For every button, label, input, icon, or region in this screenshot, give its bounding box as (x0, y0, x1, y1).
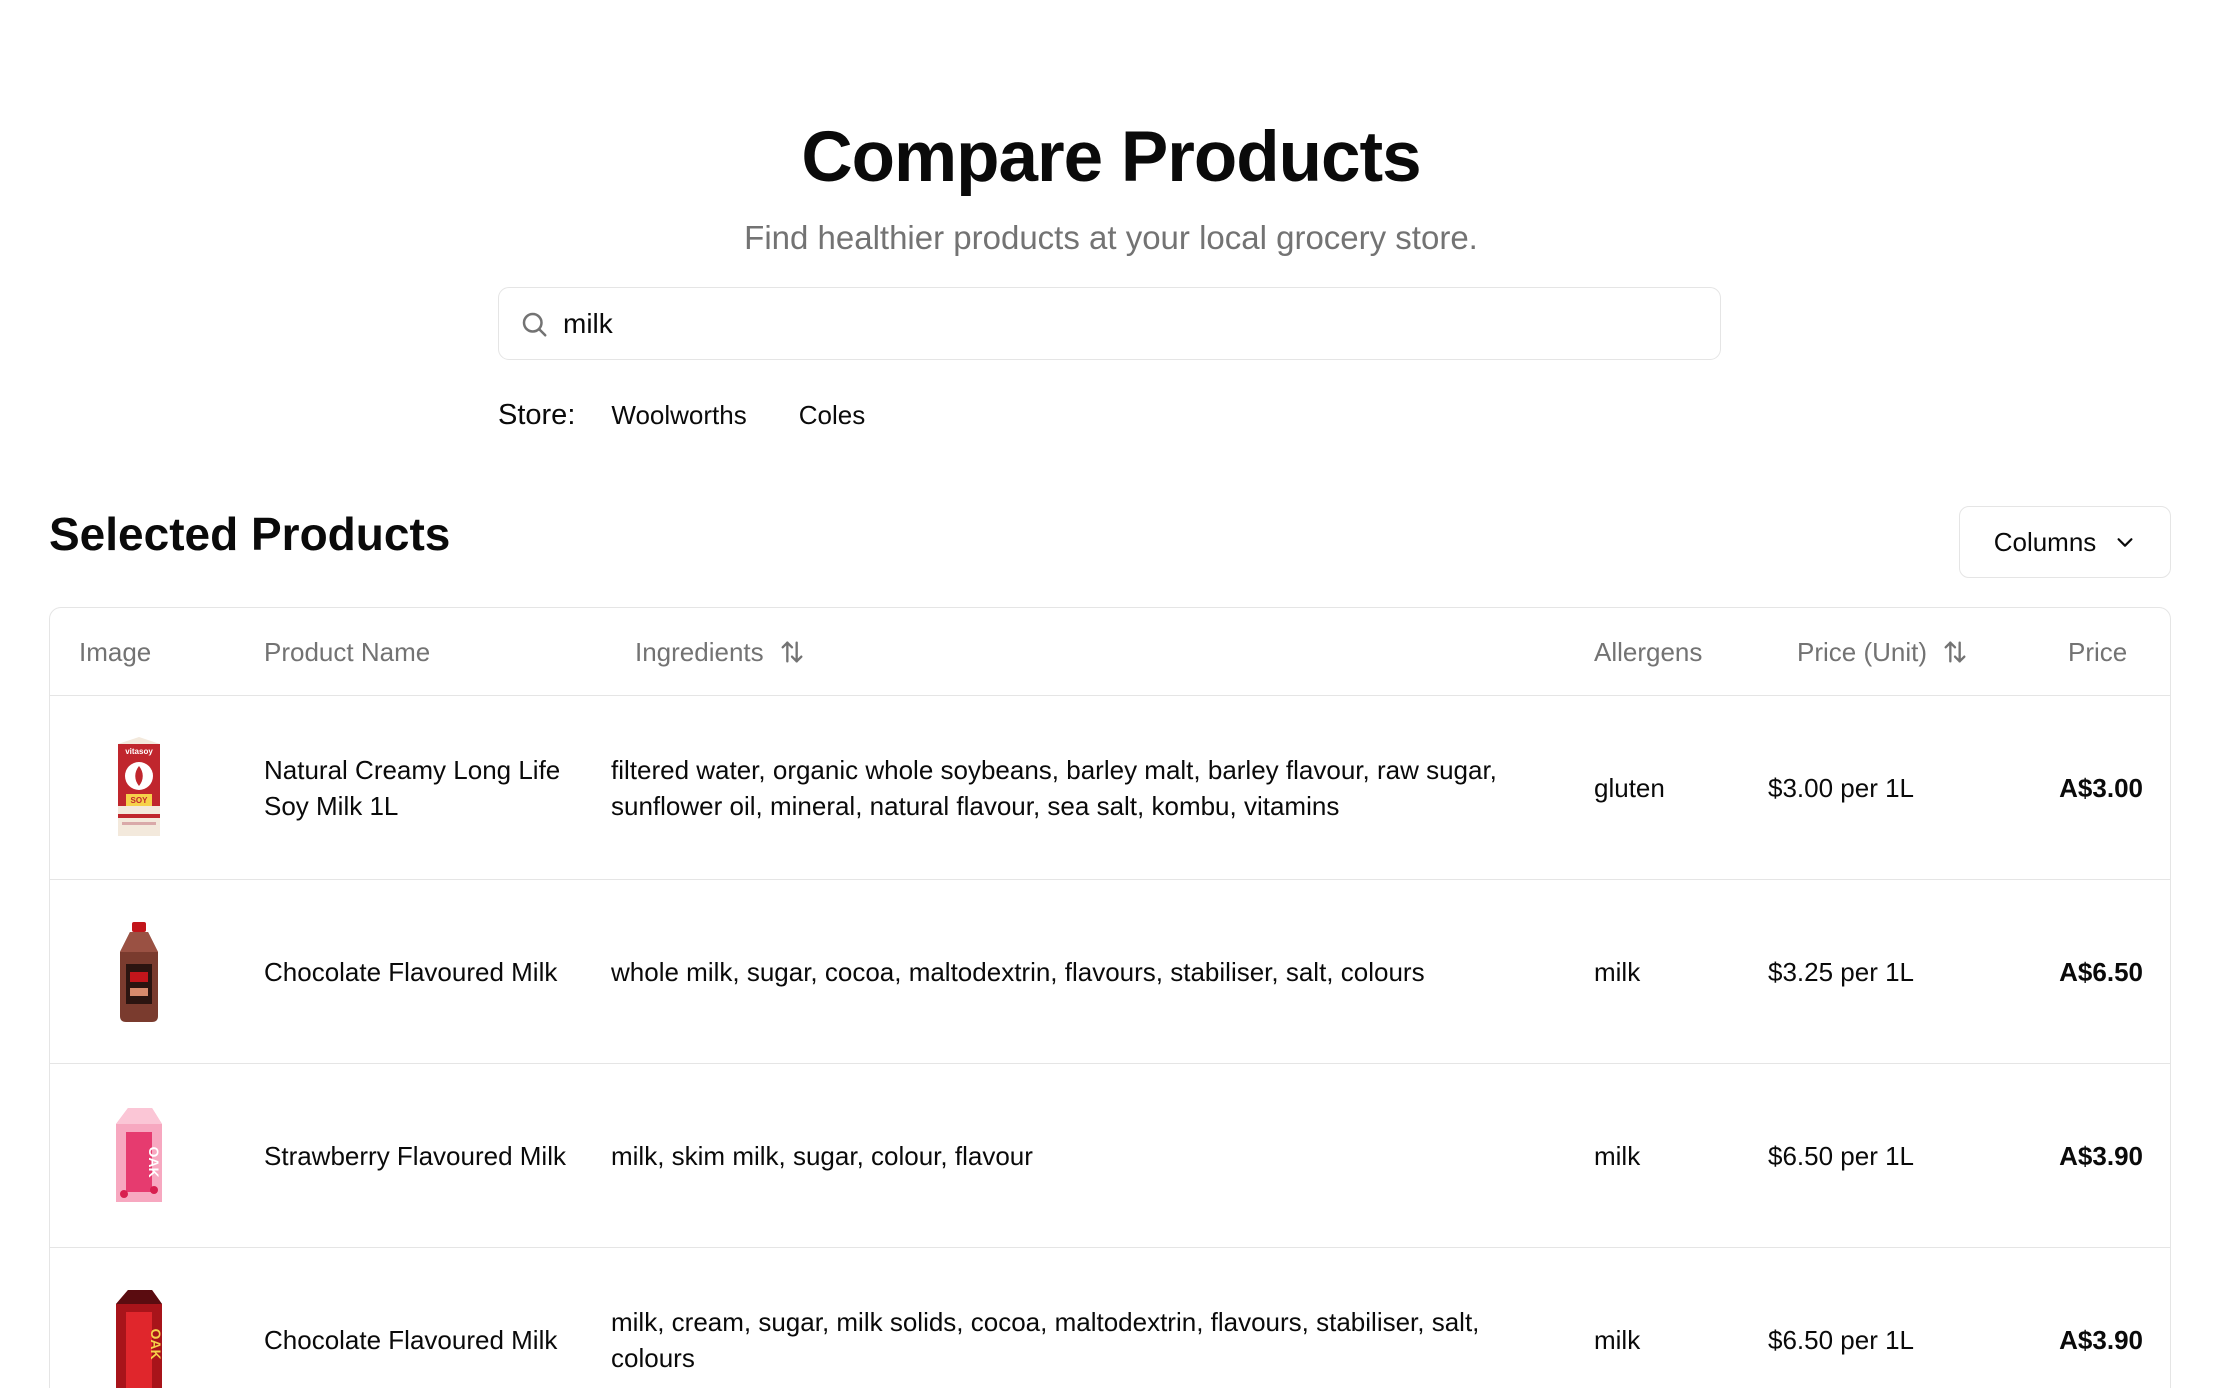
columns-button-label: Columns (1993, 526, 2097, 557)
header-allergens: Allergens (1594, 636, 1703, 667)
search-input[interactable] (563, 307, 1663, 340)
ingredients: filtered water, organic whole soybeans, … (611, 755, 1497, 821)
unit-price: $3.00 per 1L (1768, 773, 1915, 803)
chocolate-milk-carton-image: OAK (116, 1290, 164, 1388)
page-subtitle: Find healthier products at your local gr… (744, 219, 1478, 256)
product-name: Chocolate Flavoured Milk (264, 957, 558, 987)
header-image: Image (79, 636, 152, 667)
unit-price: $6.50 per 1L (1768, 1141, 1915, 1171)
svg-text:vitasoy: vitasoy (125, 747, 153, 756)
store-option-woolworths[interactable]: Woolworths (611, 394, 746, 437)
unit-price: $3.25 per 1L (1768, 957, 1915, 987)
price: A$6.50 (2059, 957, 2143, 987)
price: A$3.00 (2059, 773, 2143, 803)
header-price: Price (2068, 636, 2128, 667)
hero: Compare Products Find healthier products… (0, 118, 2222, 258)
table-row[interactable]: OAK Chocolate Flavoured Milk milk, cream… (50, 1248, 2170, 1388)
ingredients: whole milk, sugar, cocoa, maltodextrin, … (611, 957, 1425, 987)
header-unit-price[interactable]: Price (Unit) (1797, 608, 1969, 696)
search-icon (522, 312, 547, 336)
product-name: Chocolate Flavoured Milk (264, 1325, 558, 1355)
table-row[interactable]: OAK Strawberry Flavoured Milk milk, skim… (50, 1064, 2170, 1248)
section-title: Selected Products (49, 508, 451, 560)
store-option-coles[interactable]: Coles (799, 394, 865, 437)
product-name: Natural Creamy Long Life Soy Milk 1L (264, 755, 561, 821)
svg-text:OAK: OAK (148, 1328, 164, 1359)
allergens: milk (1594, 957, 1641, 987)
search-bar[interactable] (498, 287, 1721, 360)
svg-text:SOY: SOY (131, 796, 149, 805)
price: A$3.90 (2059, 1325, 2143, 1355)
ingredients: milk, cream, sugar, milk solids, cocoa, … (611, 1307, 1480, 1373)
ingredients: milk, skim milk, sugar, colour, flavour (611, 1141, 1033, 1171)
price: A$3.90 (2059, 1141, 2143, 1171)
allergens: milk (1594, 1325, 1641, 1355)
strawberry-milk-carton-image: OAK (116, 1108, 162, 1202)
sort-icon[interactable] (778, 638, 806, 666)
sort-icon[interactable] (1941, 638, 1969, 666)
unit-price: $6.50 per 1L (1768, 1325, 1915, 1355)
header-product-name: Product Name (264, 636, 431, 667)
allergens: gluten (1594, 773, 1665, 803)
products-table: Image Product Name Ingredients Allergens… (49, 607, 2171, 1388)
columns-button[interactable]: Columns (1959, 506, 2171, 578)
store-label: Store: (498, 398, 576, 431)
store-filter: Store: Woolworths Coles (498, 393, 917, 437)
product-name: Strawberry Flavoured Milk (264, 1141, 566, 1171)
header-ingredients[interactable]: Ingredients (635, 608, 806, 696)
allergens: milk (1594, 1141, 1641, 1171)
svg-text:OAK: OAK (146, 1146, 162, 1177)
page-title: Compare Products (801, 118, 1421, 197)
table-row[interactable]: Chocolate Flavoured Milk whole milk, sug… (50, 880, 2170, 1064)
chevron-down-icon (2117, 538, 2133, 547)
chocolate-milk-bottle-image (120, 922, 158, 1022)
table-row[interactable]: vitasoy SOY Natural Creamy Long Life Soy… (50, 696, 2170, 880)
table-header: Image Product Name Ingredients Allergens… (50, 608, 2170, 696)
soy-milk-carton-image: vitasoy SOY (118, 737, 160, 836)
